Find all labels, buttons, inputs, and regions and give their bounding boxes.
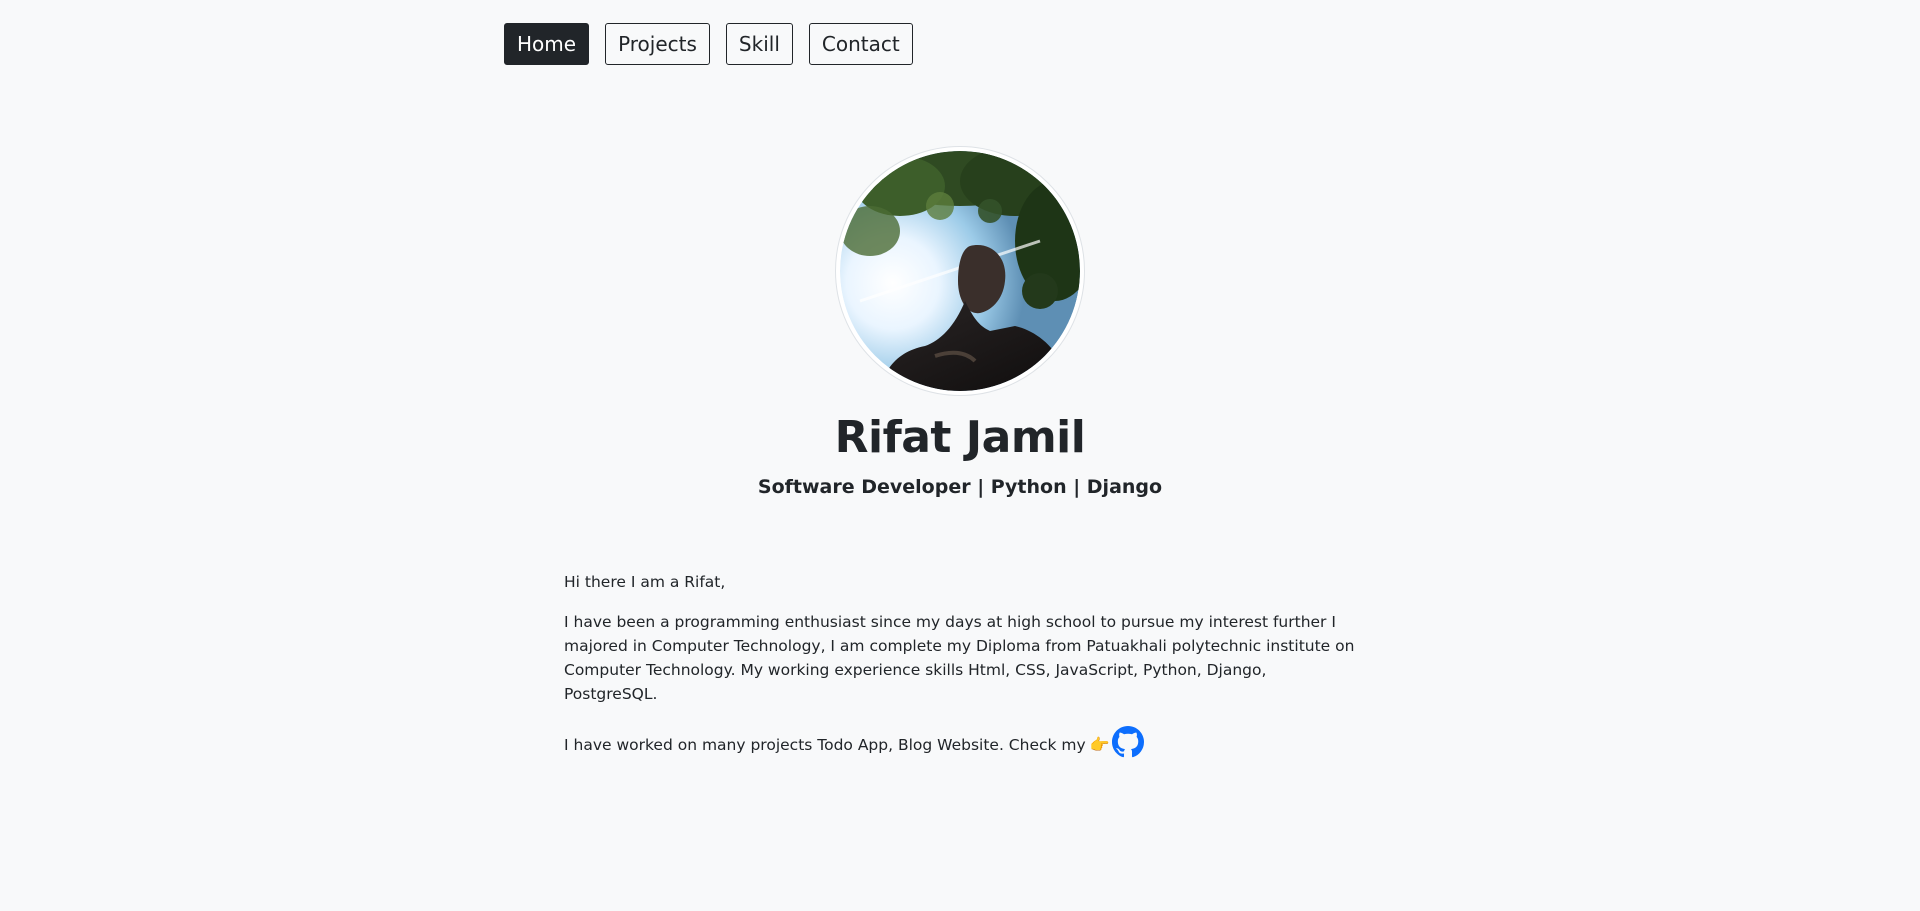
projects-line: I have worked on many projects Todo App,… [564,726,1364,758]
top-nav: Home Projects Skill Contact [504,23,913,65]
about-bio: I have been a programming enthusiast sin… [564,613,1355,703]
profile-tagline: Software Developer | Python | Django [757,476,1163,498]
avatar [840,151,1080,391]
about-section: Hi there I am a Rifat, I have been a pro… [564,570,1364,758]
nav-contact-button[interactable]: Contact [808,23,913,65]
nav-skill-button[interactable]: Skill [725,23,793,65]
avatar-frame [835,146,1085,396]
nav-home-button[interactable]: Home [504,23,590,65]
github-icon[interactable] [1111,726,1144,758]
profile-hero: Rifat Jamil Software Developer | Python … [0,146,1920,500]
about-greeting: Hi there I am a Rifat, [564,573,726,591]
pointing-hand-icon: 👉 [1089,735,1110,754]
projects-text: I have worked on many projects Todo App,… [564,736,1086,754]
nav-projects-button[interactable]: Projects [605,23,710,65]
profile-name: Rifat Jamil [834,412,1086,463]
